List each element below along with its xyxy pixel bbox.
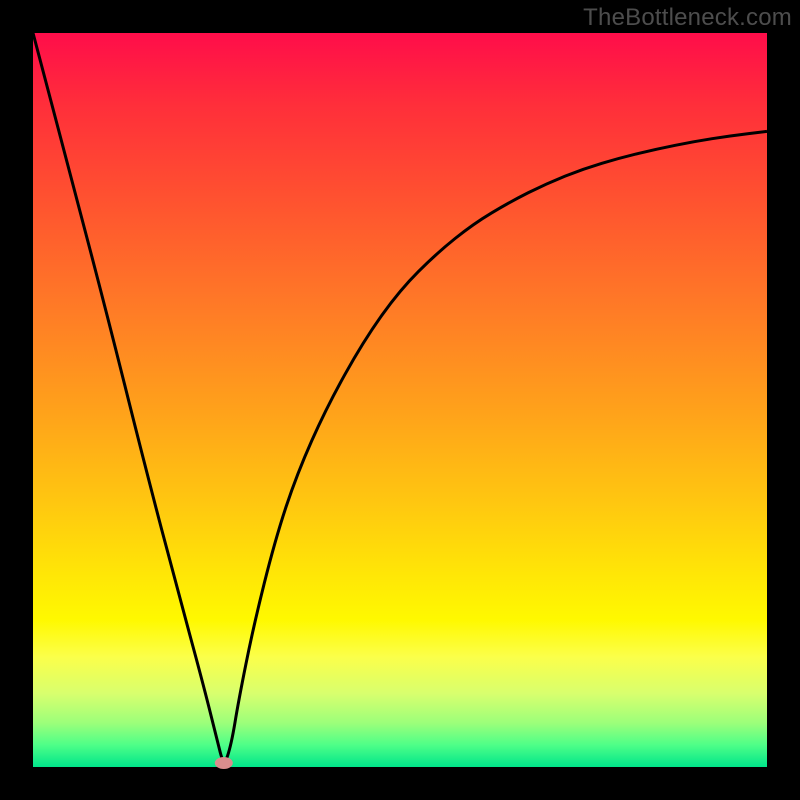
dip-marker [215, 757, 233, 769]
plot-area [33, 33, 767, 767]
chart-frame: TheBottleneck.com [0, 0, 800, 800]
curve-layer [33, 33, 767, 767]
watermark-text: TheBottleneck.com [583, 4, 792, 32]
bottleneck-curve-path [33, 33, 767, 761]
